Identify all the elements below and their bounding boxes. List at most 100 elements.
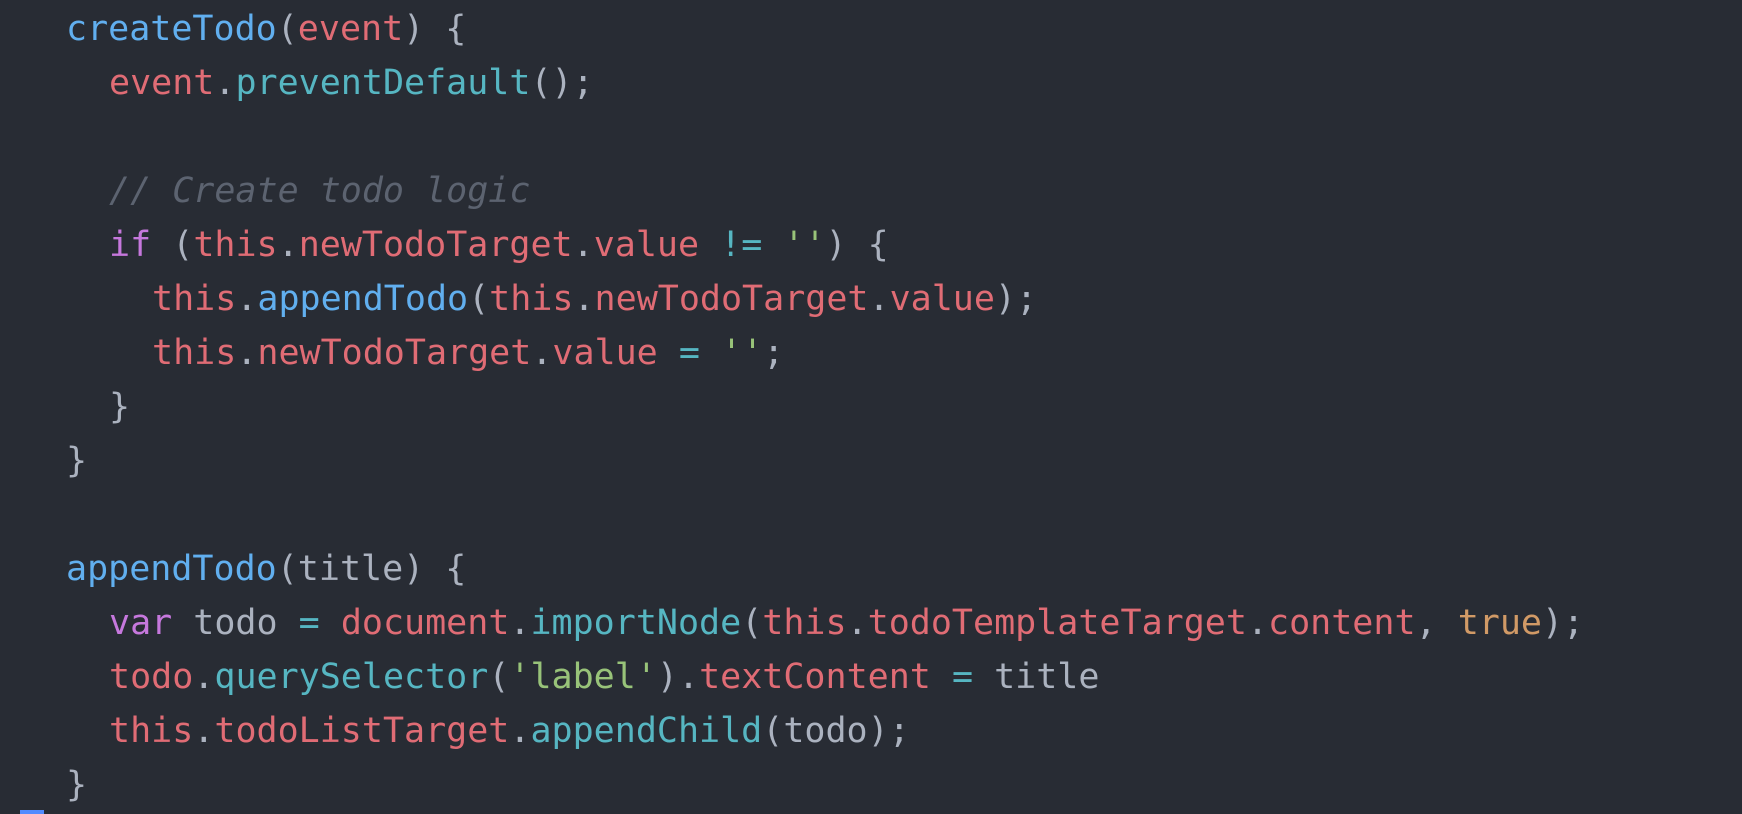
code-line[interactable] [0,488,1742,542]
code-token-punc: . [236,279,258,319]
code-line[interactable]: createTodo(event) { [0,2,1742,56]
code-token-var: this [489,279,574,319]
code-token-func: appendTodo [66,549,277,589]
code-line[interactable]: } [0,758,1742,812]
code-token-punc: . [214,63,236,103]
code-token-op: = [951,657,974,697]
code-line[interactable]: } [0,380,1742,434]
code-token-plain: title [297,549,404,589]
code-token-punc: ( [276,549,298,589]
code-token-punc: , [1415,603,1458,643]
code-token-str: '' [720,333,764,373]
code-token-punc: . [572,225,594,265]
code-token-var: value [552,333,658,373]
code-line[interactable]: appendTodo(title) { [0,542,1742,596]
code-token-func: createTodo [66,9,277,49]
code-token-method: importNode [530,603,742,643]
code-token-var: newTodoTarget [257,333,532,373]
code-token-var: newTodoTarget [298,225,573,265]
code-token-str: '' [783,225,826,265]
code-token-punc: ); [867,711,910,751]
code-token-punc: ) { [403,9,467,49]
code-token-punc: } [66,441,88,481]
code-token-punc: . [846,603,868,643]
code-line[interactable]: var todo = document.importNode(this.todo… [0,596,1742,650]
code-token-op: = [678,333,700,373]
code-line[interactable]: if (this.newTodoTarget.value != '') { [0,218,1742,272]
code-token-punc: . [531,333,553,373]
code-token-var: this [152,333,237,373]
code-token-punc: . [868,279,890,319]
code-token-var: todoListTarget [214,711,510,751]
code-token-punc: . [277,225,299,265]
code-token-punc: ). [656,657,700,697]
code-token-kw: if [109,225,152,265]
code-token-punc: ( [468,279,490,319]
code-token-punc: ; [763,333,785,373]
code-token-var: event [109,63,215,103]
code-token-punc: . [573,279,595,319]
code-token-method: appendChild [530,711,763,751]
cursor-marker [20,810,44,814]
code-token-method: preventDefault [235,63,531,103]
code-token-punc: ( [276,9,298,49]
code-token-punc: . [236,333,258,373]
code-token-op: = [298,603,320,643]
code-line[interactable]: event.preventDefault(); [0,56,1742,110]
code-token-punc: . [1246,603,1269,643]
code-token-op: != [720,225,763,265]
code-token-punc: ); [1541,603,1585,643]
code-token-punc: ); [994,279,1038,319]
code-editor[interactable]: createTodo(event) {event.preventDefault(… [0,0,1742,814]
code-token-str: 'label' [509,657,657,697]
code-line[interactable]: // Create todo logic [0,164,1742,218]
code-line[interactable]: this.appendTodo(this.newTodoTarget.value… [0,272,1742,326]
code-line[interactable]: this.todoListTarget.appendChild(todo); [0,704,1742,758]
code-token-punc: ( [762,711,784,751]
code-token-kw: var [109,603,173,643]
code-token-punc: (); [530,63,594,103]
code-token-var: content [1268,603,1416,643]
code-token-var: this [762,603,847,643]
code-token-var: todoTemplateTarget [867,603,1247,643]
code-lines: createTodo(event) {event.preventDefault(… [0,2,1742,812]
code-token-var: document [340,603,510,643]
code-token-var: value [889,279,995,319]
code-token-var: todo [109,657,194,697]
code-token-punc: ) { [825,225,889,265]
code-token-punc: . [509,603,531,643]
code-token-plain: todo [172,603,299,643]
code-token-bool: true [1457,603,1542,643]
code-token-punc: . [193,711,215,751]
code-token-var: newTodoTarget [594,279,869,319]
code-token-punc: ( [741,603,763,643]
code-token-punc: . [509,711,531,751]
code-line[interactable]: todo.querySelector('label').textContent … [0,650,1742,704]
code-line[interactable]: } [0,434,1742,488]
code-token-plain: todo [783,711,868,751]
code-token-punc: } [109,387,131,427]
code-token-method: querySelector [214,657,489,697]
code-token-var: this [109,711,194,751]
code-token-func: appendTodo [257,279,469,319]
code-token-punc: . [193,657,215,697]
code-token-punc: ( [488,657,510,697]
code-token-punc: ) { [403,549,467,589]
code-token-plain: title [973,657,1100,697]
code-line[interactable]: this.newTodoTarget.value = ''; [0,326,1742,380]
code-token-punc: ( [151,225,194,265]
code-token-var: this [152,279,237,319]
code-line[interactable] [0,110,1742,164]
code-token-var: event [297,9,404,49]
code-token-punc: } [66,765,88,805]
code-token-var: textContent [699,657,931,697]
code-token-comment: // Create todo logic [109,171,531,211]
code-token-var: this [193,225,278,265]
code-token-var: value [593,225,700,265]
